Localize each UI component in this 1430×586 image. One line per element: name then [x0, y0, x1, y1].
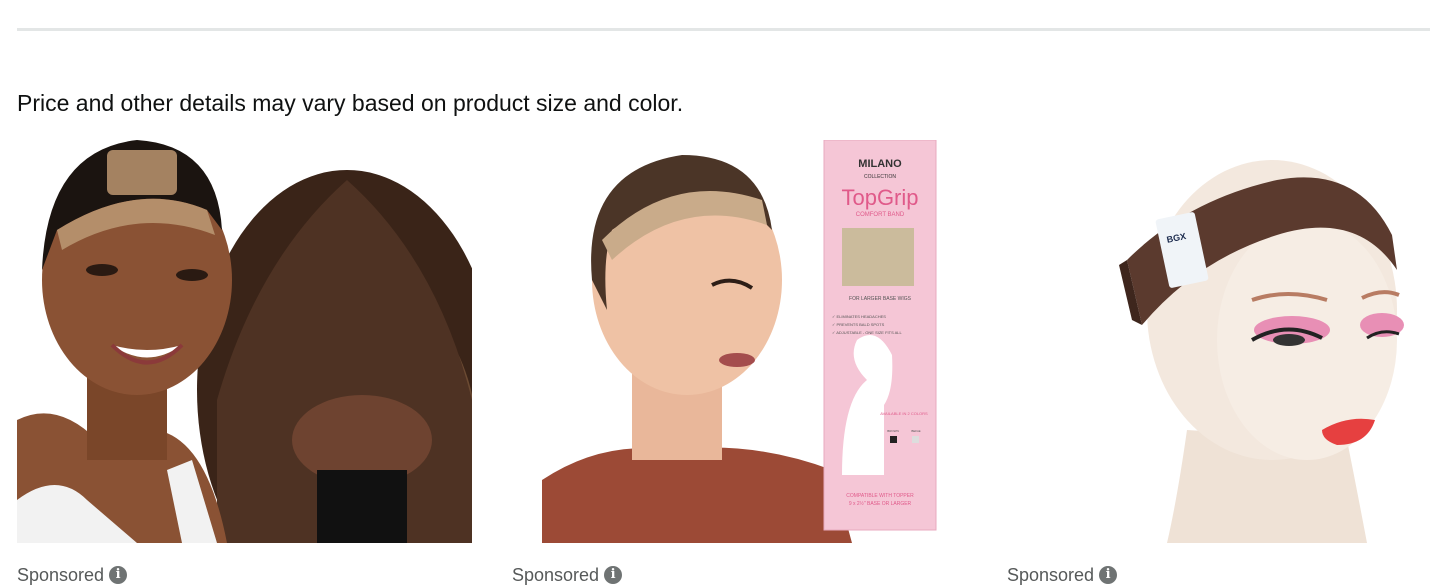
product-image-3[interactable]: BGX — [1007, 140, 1430, 543]
package-color-brown: BROWN — [887, 429, 899, 433]
info-icon[interactable]: i — [1099, 566, 1118, 584]
package-product-text: TopGrip — [841, 185, 918, 210]
wig-grip-band-package-photo-icon: MILANO COLLECTION TopGrip COMFORT BAND F… — [512, 140, 967, 543]
package-brand-text: MILANO — [858, 158, 902, 170]
price-variation-notice: Price and other details may vary based o… — [17, 90, 684, 116]
package-tagline-text: FOR LARGER BASE WIGS — [849, 296, 912, 302]
package-compat-sub-text: 9 x 2½" BASE OR LARGER — [849, 500, 912, 507]
section-divider — [17, 28, 1430, 31]
sponsored-label-3: Sponsored i — [1007, 564, 1118, 586]
product-image-1[interactable] — [17, 140, 472, 543]
info-icon[interactable]: i — [604, 566, 623, 584]
package-color-beige: BEIGE — [911, 429, 920, 433]
sponsored-label-1: Sponsored i — [17, 564, 128, 586]
package-product-sub-text: COMFORT BAND — [856, 212, 905, 218]
product-card-2[interactable]: MILANO COLLECTION TopGrip COMFORT BAND F… — [512, 140, 982, 585]
product-card-3[interactable]: BGX Sponsored i — [1007, 140, 1430, 585]
sponsored-text: Sponsored — [1007, 565, 1095, 585]
package-bullet-3: ✓ ADJUSTABLE - ONE SIZE FITS ALL — [832, 330, 903, 335]
package-compat-text: COMPATIBLE WITH TOPPER — [846, 493, 914, 499]
package-bullet-2: ✓ PREVENTS BALD SPOTS — [832, 322, 885, 327]
info-icon[interactable]: i — [109, 566, 128, 584]
sponsored-label-2: Sponsored i — [512, 564, 623, 586]
product-image-2[interactable]: MILANO COLLECTION TopGrip COMFORT BAND F… — [512, 140, 967, 543]
package-bullet-1: ✓ ELIMINATES HEADACHES — [832, 314, 886, 319]
sponsored-text: Sponsored — [17, 565, 105, 585]
velvet-headband-mannequin-photo-icon: BGX — [1007, 140, 1430, 543]
package-brand-sub-text: COLLECTION — [864, 174, 896, 180]
sponsored-text: Sponsored — [512, 565, 600, 585]
product-card-1[interactable]: Sponsored i — [17, 140, 487, 585]
package-colors-note: AVAILABLE IN 2 COLORS — [880, 411, 928, 416]
wig-cap-model-photo-icon — [17, 140, 472, 543]
